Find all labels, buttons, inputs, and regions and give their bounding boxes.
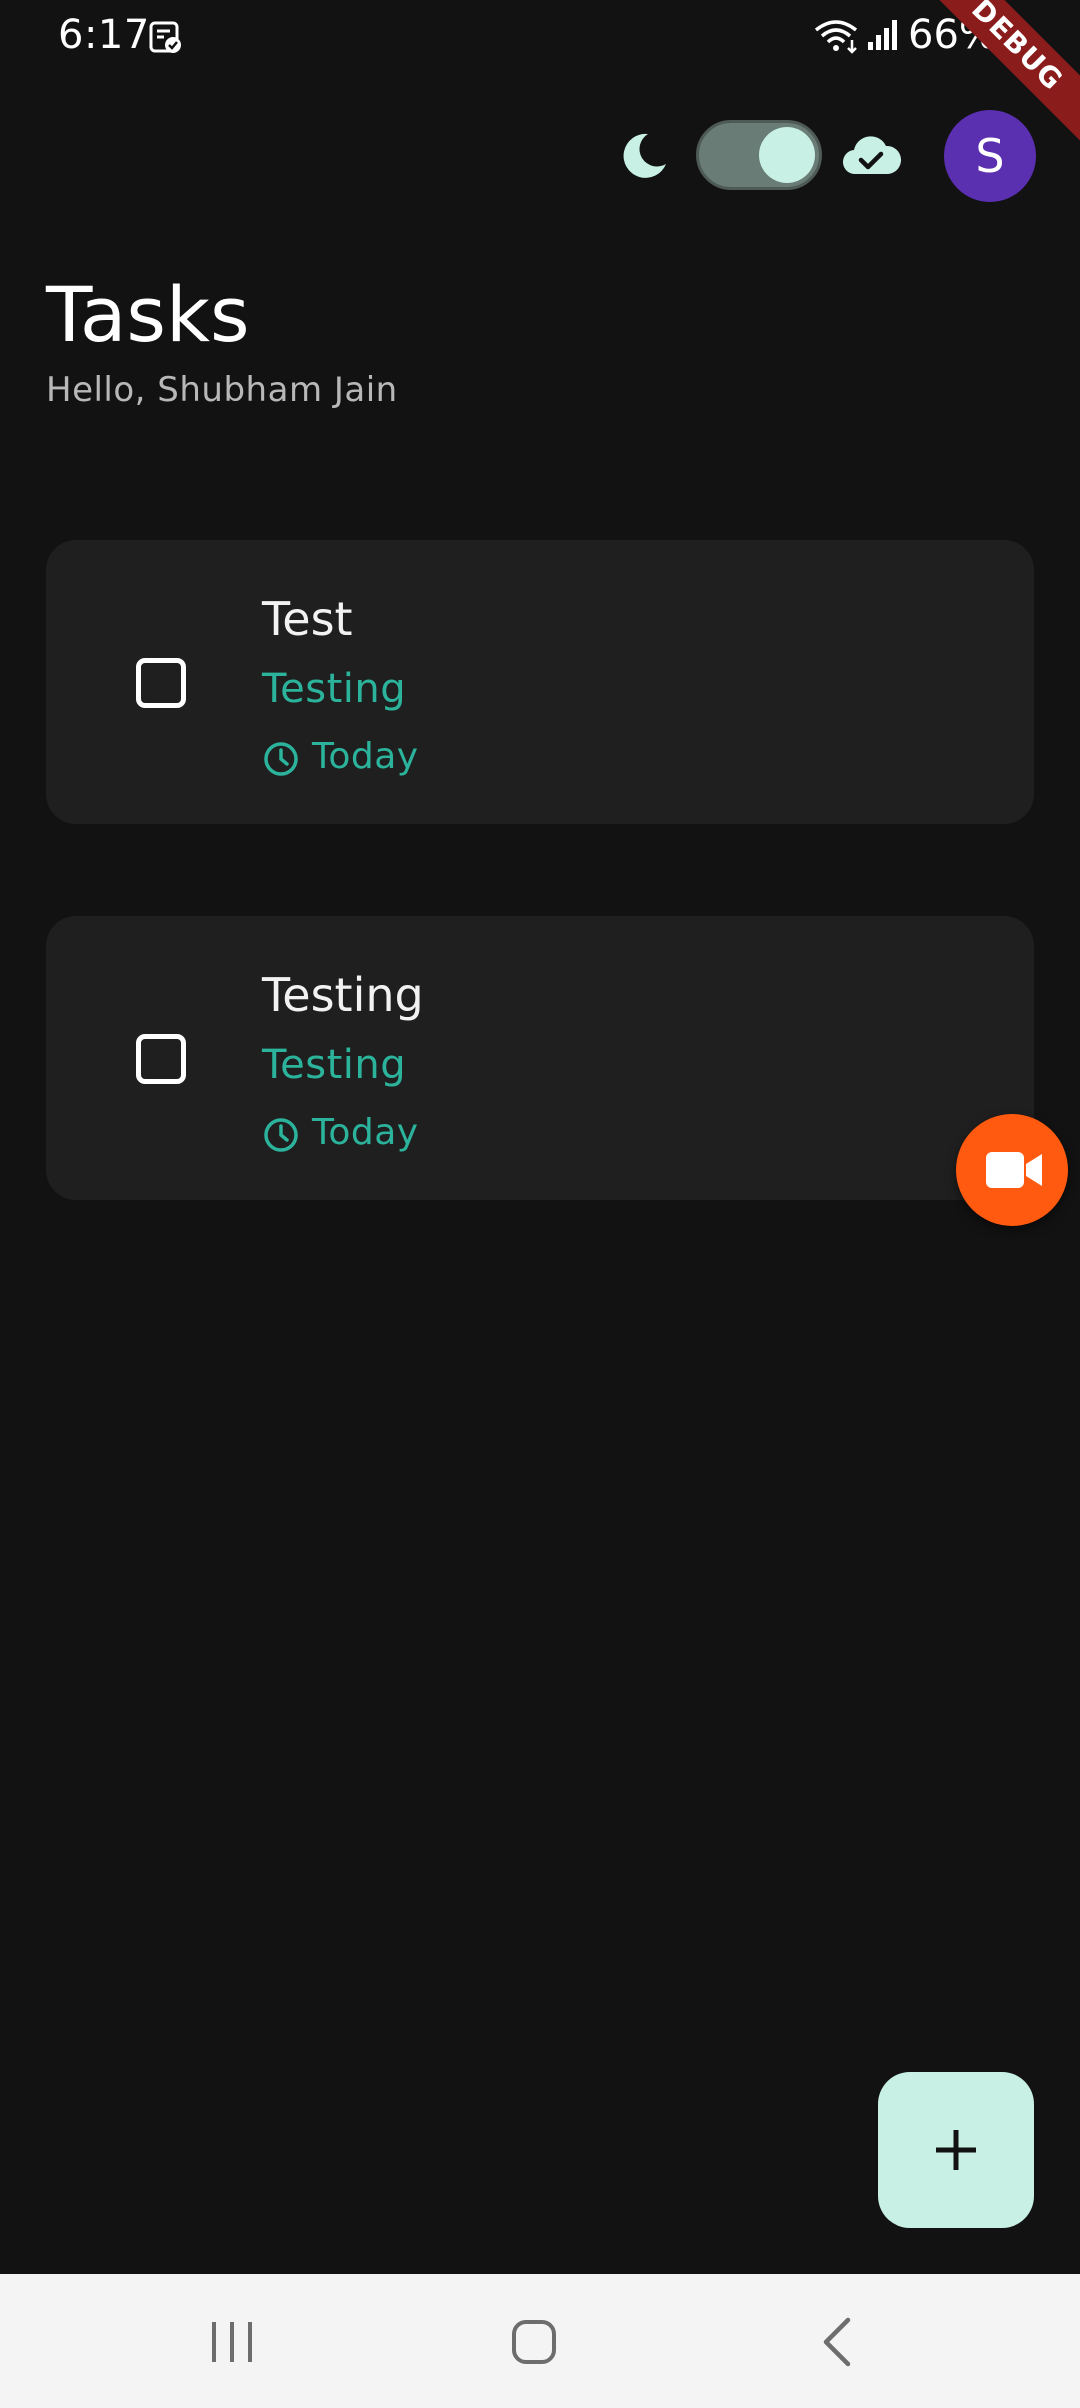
task-description: Testing [262, 1042, 407, 1088]
recents-icon[interactable] [192, 2302, 272, 2382]
status-bar: 6:17 66% [0, 0, 1080, 76]
task-app-screen: 6:17 66% DEBUG S Tasks Hello, Shubham Ja… [0, 0, 1080, 2408]
task-due-date: Today [312, 1112, 419, 1153]
avatar[interactable]: S [944, 110, 1036, 202]
status-time: 6:17 [58, 12, 150, 58]
clock-icon [264, 1118, 298, 1152]
signal-icon [868, 20, 897, 50]
toggle-knob [759, 127, 815, 183]
task-title: Test [262, 592, 353, 646]
clipboard-check-icon [149, 21, 181, 53]
system-nav-bar [0, 2274, 1080, 2408]
task-card[interactable]: Test Testing Today [46, 540, 1034, 824]
plus-icon [936, 2130, 976, 2170]
task-card[interactable]: Testing Testing Today [46, 916, 1034, 1200]
clock-icon [264, 742, 298, 776]
back-icon[interactable] [798, 2302, 878, 2382]
task-checkbox[interactable] [136, 1034, 186, 1084]
home-icon[interactable] [494, 2302, 574, 2382]
moon-icon [623, 133, 666, 178]
task-description: Testing [262, 666, 407, 712]
page-title: Tasks [46, 270, 250, 359]
theme-toggle[interactable] [696, 120, 822, 190]
video-camera-icon [986, 1152, 1042, 1188]
screen-record-button[interactable] [956, 1114, 1068, 1226]
cloud-check-icon[interactable] [840, 128, 902, 184]
wifi-icon [814, 20, 858, 54]
task-title: Testing [262, 968, 424, 1022]
task-checkbox[interactable] [136, 658, 186, 708]
greeting-text: Hello, Shubham Jain [46, 370, 398, 410]
task-due-date: Today [312, 736, 419, 777]
add-task-button[interactable] [878, 2072, 1034, 2228]
